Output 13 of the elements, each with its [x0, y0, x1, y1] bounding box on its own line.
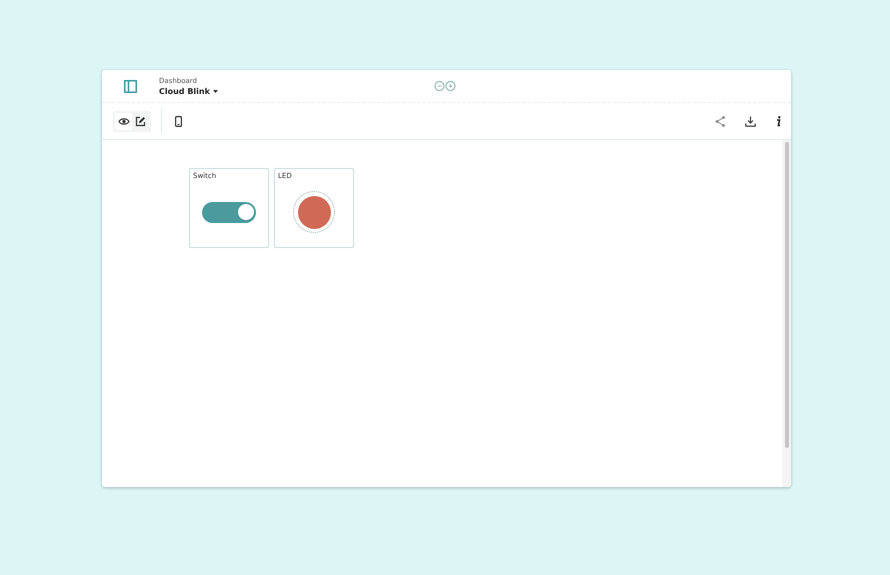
toggle-switch[interactable]: [202, 202, 256, 223]
caret-icon[interactable]: [212, 90, 218, 92]
phone-icon[interactable]: [175, 116, 182, 126]
dashboard-title[interactable]: Cloud Blink: [159, 86, 210, 96]
share-icon[interactable]: [715, 116, 725, 126]
eye-icon: [118, 116, 130, 126]
view-mode-button[interactable]: [115, 112, 132, 130]
info-icon[interactable]: [776, 116, 781, 126]
scrollbar[interactable]: [782, 140, 791, 487]
sidebar-toggle-icon[interactable]: [124, 80, 137, 92]
download-icon[interactable]: [745, 116, 756, 126]
edit-icon: [135, 116, 146, 126]
infinity-logo-icon: [433, 81, 457, 91]
